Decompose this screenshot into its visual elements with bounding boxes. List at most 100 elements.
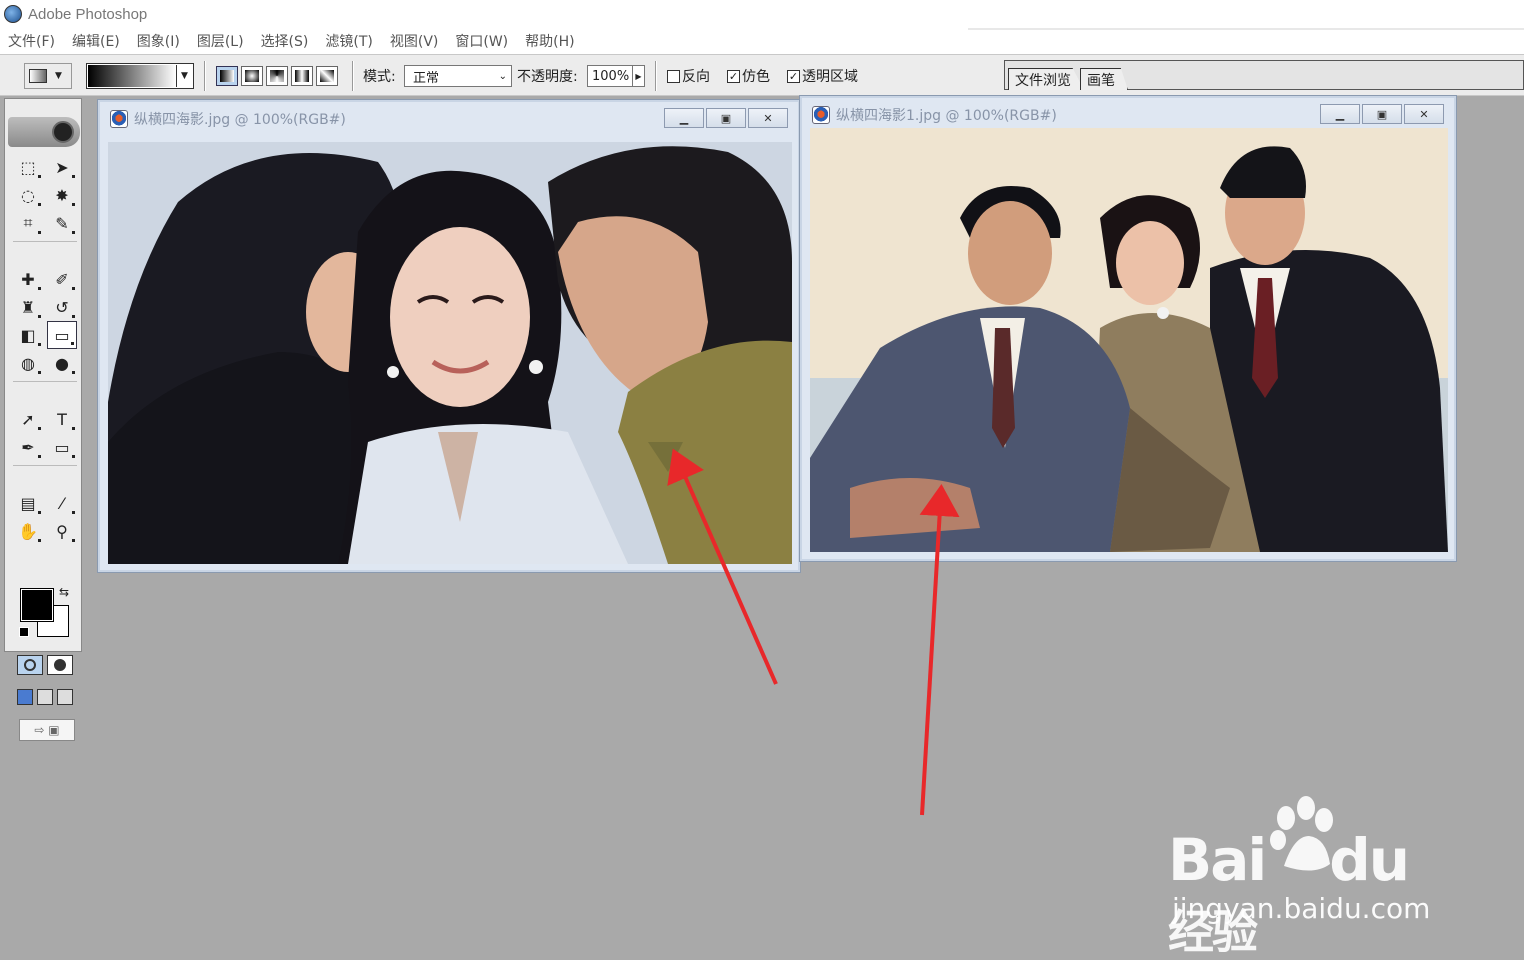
window-controls: ▁ ▣ ✕ (664, 108, 788, 128)
reverse-label: 反向 (682, 69, 710, 85)
diamond-gradient-button[interactable] (316, 66, 338, 86)
standard-screen-mode-button[interactable] (17, 689, 33, 705)
close-icon[interactable]: ✕ (1404, 104, 1444, 124)
title-bar: Adobe Photoshop (0, 0, 1524, 28)
zoom-tool-icon[interactable]: ⚲ (47, 517, 77, 545)
toolbox: ⬚ ➤ ◌ ✸ ⌗ ✎ ✚ ✐ ♜ ↺ ◧ ▭ ◍ ● ➚ T ✒ ▭ ▤ ⁄ … (4, 98, 82, 741)
menu-select[interactable]: 选择(S) (261, 31, 318, 51)
options-separator (204, 61, 206, 91)
tool-divider (13, 241, 77, 245)
eraser-tool-icon[interactable]: ◧ (13, 321, 43, 349)
pen-tool-icon[interactable]: ✒ (13, 433, 43, 461)
transparency-checkbox-box[interactable]: ✓ (787, 69, 800, 83)
dodge-tool-icon[interactable]: ● (47, 349, 77, 377)
screen-mode-group (17, 689, 73, 705)
menu-layer[interactable]: 图层(L) (197, 31, 253, 51)
clone-stamp-tool-icon[interactable]: ♜ (13, 293, 43, 321)
slice-tool-icon[interactable]: ✎ (47, 209, 77, 237)
minimize-icon[interactable]: ▁ (1320, 104, 1360, 124)
lasso-tool-icon[interactable]: ◌ (13, 181, 43, 209)
notes-tool-icon[interactable]: ▤ (13, 489, 43, 517)
mode-select[interactable]: 正常 ⌄ (404, 65, 512, 87)
linear-gradient-button[interactable] (216, 66, 238, 86)
transparency-label: 透明区域 (802, 69, 858, 85)
opacity-input[interactable]: 100% ▶ (587, 65, 645, 87)
menu-view[interactable]: 视图(V) (390, 31, 448, 51)
path-selection-tool-icon[interactable]: ➚ (13, 405, 43, 433)
healing-brush-tool-icon[interactable]: ✚ (13, 265, 43, 293)
watermark-url: jingyan.baidu.com (1172, 892, 1431, 925)
full-screen-mode-button[interactable] (57, 689, 73, 705)
standard-mode-button[interactable] (17, 655, 43, 675)
dither-checkbox[interactable]: ✓ 仿色 (727, 63, 770, 89)
menu-image[interactable]: 图象(I) (137, 31, 189, 51)
menu-edit[interactable]: 编辑(E) (72, 31, 129, 51)
quick-mask-mode-button[interactable] (47, 655, 73, 675)
tool-divider (13, 381, 77, 385)
opacity-slider-arrow-icon[interactable]: ▶ (632, 66, 644, 86)
app-title: Adobe Photoshop (28, 5, 148, 23)
foreground-color-swatch[interactable] (20, 588, 54, 622)
dropdown-arrow-icon[interactable]: ▼ (176, 65, 192, 87)
marquee-tool-icon[interactable]: ⬚ (13, 153, 43, 181)
document-window-2[interactable]: 纵横四海影1.jpg @ 100%(RGB#) ▁ ▣ ✕ (799, 95, 1457, 562)
palette-tabs: 文件浏览 画笔 (1008, 68, 1128, 90)
opacity-label: 不透明度: (517, 69, 578, 85)
menu-file[interactable]: 文件(F) (8, 31, 64, 51)
baidu-logo-bai: Bai (1168, 826, 1267, 894)
tool-preset-picker[interactable]: ▼ (24, 63, 72, 89)
document-title-bar[interactable]: 纵横四海影.jpg @ 100%(RGB#) (110, 108, 346, 130)
default-colors-icon[interactable] (19, 627, 29, 637)
gradient-tool-icon[interactable]: ▭ (47, 321, 77, 349)
toolbox-header[interactable] (8, 117, 80, 147)
magic-wand-tool-icon[interactable]: ✸ (47, 181, 77, 209)
brush-tool-icon[interactable]: ✐ (47, 265, 77, 293)
type-tool-icon[interactable]: T (47, 405, 77, 433)
jump-to-imageready-button[interactable]: ⇨ ▣ (19, 719, 75, 741)
history-brush-tool-icon[interactable]: ↺ (47, 293, 77, 321)
maximize-icon[interactable]: ▣ (1362, 104, 1402, 124)
document-window-1[interactable]: 纵横四海影.jpg @ 100%(RGB#) ▁ ▣ ✕ (97, 99, 801, 573)
document-title: 纵横四海影.jpg @ 100%(RGB#) (134, 112, 346, 128)
crop-tool-icon[interactable]: ⌗ (13, 209, 43, 237)
gradient-picker[interactable]: ▼ (86, 63, 194, 89)
dropdown-arrow-icon: ▼ (55, 71, 62, 81)
menu-bar: 文件(F) 编辑(E) 图象(I) 图层(L) 选择(S) 滤镜(T) 视图(V… (0, 28, 968, 54)
opacity-value: 100% (592, 68, 630, 84)
angle-gradient-button[interactable] (266, 66, 288, 86)
menu-filter[interactable]: 滤镜(T) (325, 31, 381, 51)
eyedropper-tool-icon[interactable]: ⁄ (47, 489, 77, 517)
full-screen-menu-mode-button[interactable] (37, 689, 53, 705)
photo-three-people-kiss (108, 142, 792, 564)
gradient-preview (88, 65, 176, 87)
reverse-checkbox[interactable]: 反向 (667, 63, 710, 89)
reverse-checkbox-box[interactable] (667, 69, 680, 83)
menu-window[interactable]: 窗口(W) (455, 31, 517, 51)
document-title-bar[interactable]: 纵横四海影1.jpg @ 100%(RGB#) (812, 104, 1057, 126)
close-icon[interactable]: ✕ (748, 108, 788, 128)
baidu-jingyan-watermark: Bai du经验 jingyan.baidu.com (1168, 796, 1448, 959)
minimize-icon[interactable]: ▁ (664, 108, 704, 128)
hand-tool-icon[interactable]: ✋ (13, 517, 43, 545)
adobe-online-eye-icon[interactable] (52, 121, 74, 143)
transparency-checkbox[interactable]: ✓ 透明区域 (787, 63, 858, 89)
window-controls: ▁ ▣ ✕ (1320, 104, 1444, 124)
dither-checkbox-box[interactable]: ✓ (727, 69, 740, 83)
photoshop-document-icon (110, 110, 128, 128)
move-tool-icon[interactable]: ➤ (47, 153, 77, 181)
document-title: 纵横四海影1.jpg @ 100%(RGB#) (836, 108, 1057, 124)
reflected-gradient-button[interactable] (291, 66, 313, 86)
document-canvas-2[interactable] (810, 128, 1448, 552)
menu-bar-filler (968, 30, 1524, 54)
edit-mode-group (17, 655, 73, 675)
tab-brushes[interactable]: 画笔 (1080, 68, 1128, 90)
radial-gradient-button[interactable] (241, 66, 263, 86)
document-canvas-1[interactable] (108, 142, 792, 564)
shape-tool-icon[interactable]: ▭ (47, 433, 77, 461)
swap-colors-icon[interactable]: ⇆ (59, 585, 69, 599)
maximize-icon[interactable]: ▣ (706, 108, 746, 128)
tab-file-browser[interactable]: 文件浏览 (1008, 68, 1084, 90)
menu-help[interactable]: 帮助(H) (525, 31, 583, 51)
blur-tool-icon[interactable]: ◍ (13, 349, 43, 377)
gradient-type-group (216, 63, 338, 89)
